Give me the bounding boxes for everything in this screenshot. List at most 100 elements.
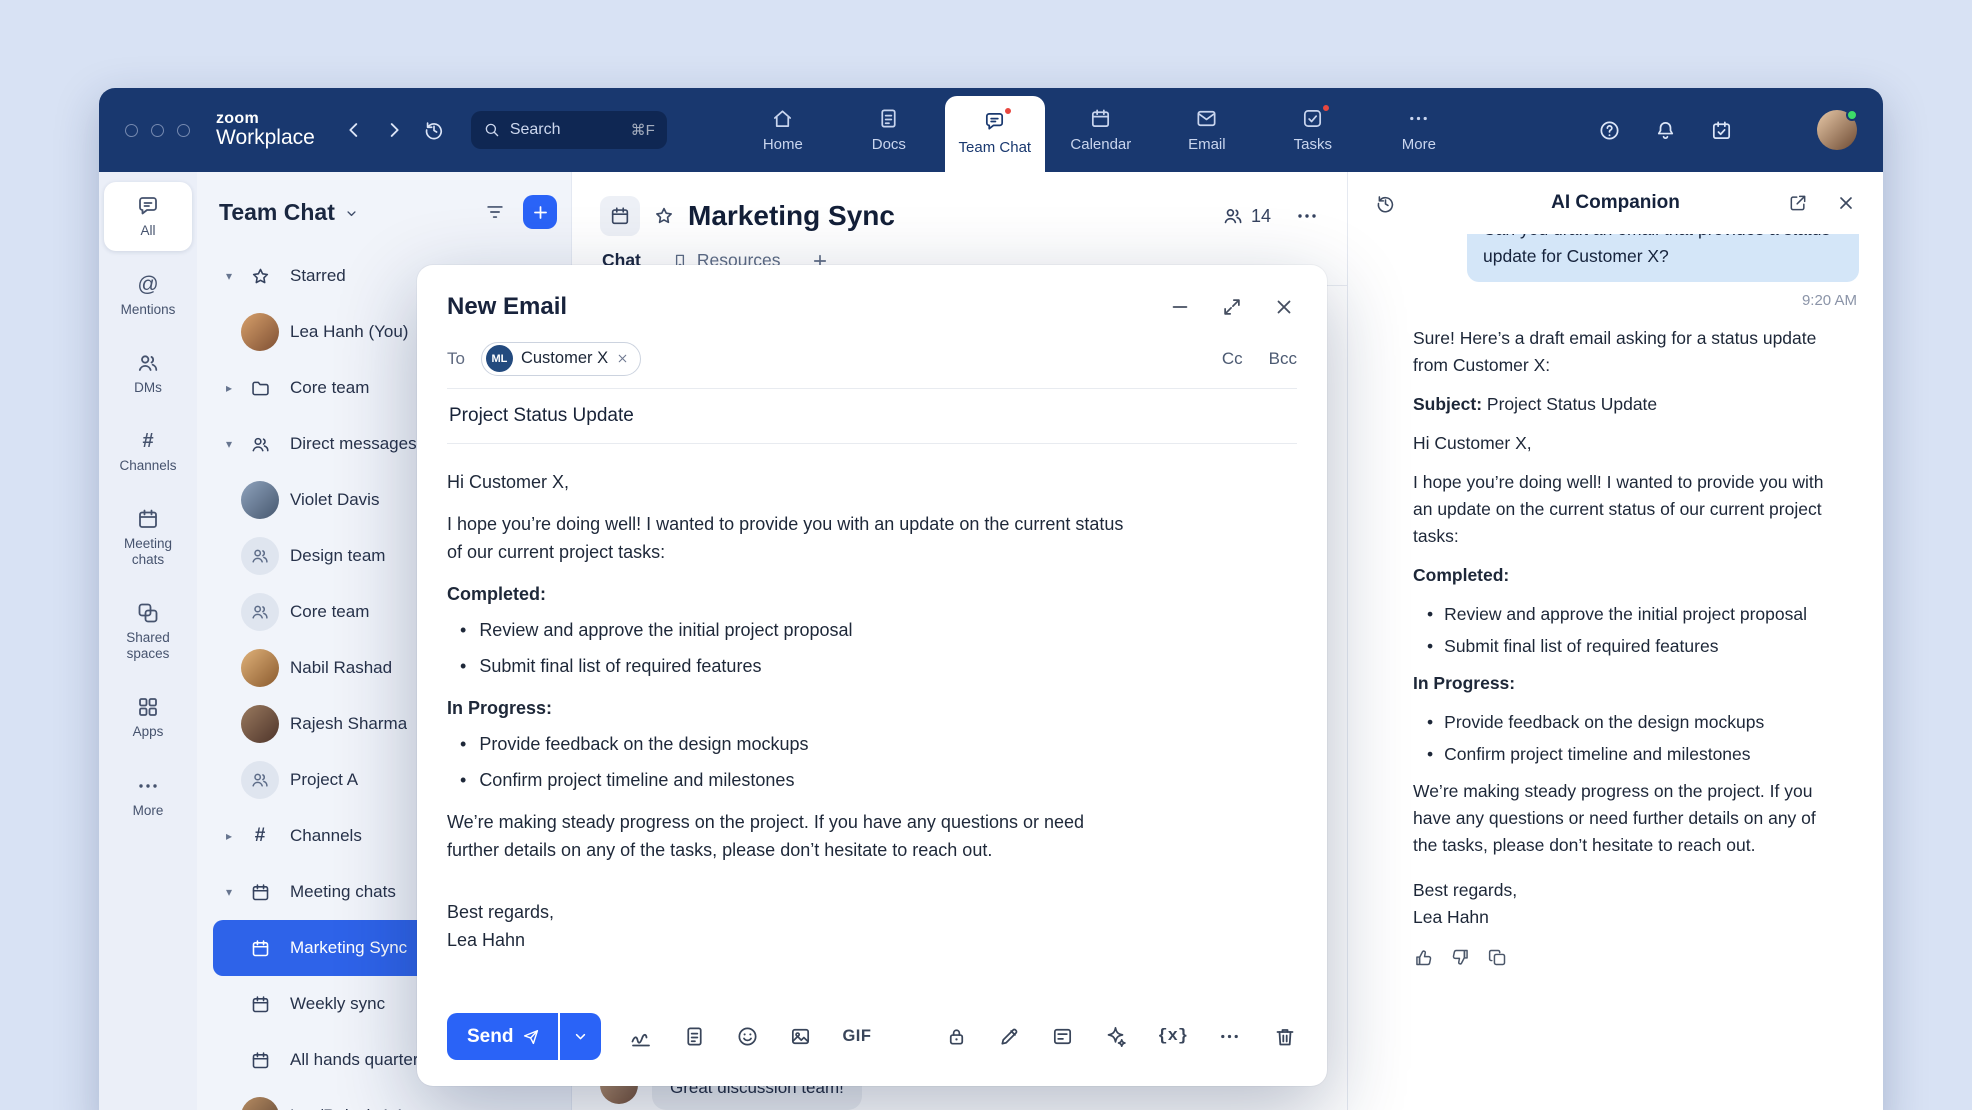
logo-workplace: Workplace bbox=[216, 127, 315, 149]
insert-image-icon[interactable] bbox=[789, 1025, 812, 1048]
nav-tab-email[interactable]: Email bbox=[1157, 107, 1257, 153]
rail-item-channels[interactable]: Channels bbox=[104, 418, 192, 486]
discard-draft-icon[interactable] bbox=[1273, 1025, 1297, 1049]
close-icon[interactable] bbox=[1271, 294, 1297, 320]
back-icon[interactable] bbox=[339, 115, 369, 145]
notifications-bell-icon[interactable] bbox=[1649, 114, 1681, 146]
emoji-icon[interactable] bbox=[736, 1025, 759, 1048]
close-window-button[interactable] bbox=[125, 124, 138, 137]
avatar bbox=[241, 705, 279, 743]
body-paragraph: We’re making steady progress on the proj… bbox=[447, 808, 1137, 864]
remove-recipient-icon[interactable] bbox=[616, 352, 629, 365]
modal-header: New Email bbox=[447, 265, 1297, 321]
chevron-right-icon[interactable] bbox=[219, 829, 239, 843]
ai-heading: In Progress: bbox=[1413, 670, 1837, 697]
minimize-icon[interactable] bbox=[1167, 294, 1193, 320]
pop-out-icon[interactable] bbox=[1783, 188, 1813, 218]
calendar-icon bbox=[241, 873, 279, 911]
nav-tab-more[interactable]: More bbox=[1369, 107, 1469, 153]
search-input[interactable]: Search ⌘F bbox=[471, 111, 667, 149]
body-bullet: Provide feedback on the design mockups bbox=[447, 730, 1137, 758]
calendar-check-icon[interactable] bbox=[1705, 114, 1737, 146]
cc-button[interactable]: Cc bbox=[1222, 349, 1243, 369]
attach-file-icon[interactable] bbox=[683, 1025, 706, 1048]
chevron-down-icon[interactable] bbox=[219, 437, 239, 451]
recent-history-icon[interactable] bbox=[419, 115, 449, 145]
star-icon bbox=[241, 257, 279, 295]
ai-history-icon[interactable] bbox=[1370, 188, 1400, 218]
gif-icon[interactable]: GIF bbox=[842, 1027, 871, 1046]
rail-item-all[interactable]: All bbox=[104, 182, 192, 251]
encryption-lock-icon[interactable] bbox=[945, 1025, 968, 1048]
group-avatar-icon bbox=[241, 593, 279, 631]
variables-icon[interactable]: {x} bbox=[1157, 1027, 1188, 1046]
people-icon bbox=[136, 351, 160, 375]
nav-tab-docs[interactable]: Docs bbox=[839, 107, 939, 153]
rail-item-dms[interactable]: DMs bbox=[104, 339, 192, 408]
body-bullet: Confirm project timeline and milestones bbox=[447, 766, 1137, 794]
subject-field[interactable]: Project Status Update bbox=[447, 389, 1297, 444]
user-prompt-bubble: Can you draft an email that provides a s… bbox=[1467, 234, 1859, 282]
ai-compose-icon[interactable] bbox=[1104, 1025, 1127, 1048]
favorite-star-icon[interactable] bbox=[653, 205, 675, 227]
desktop-background: zoom Workplace Search ⌘F Home bbox=[0, 0, 1972, 1110]
modal-title: New Email bbox=[447, 293, 567, 321]
copy-icon[interactable] bbox=[1487, 947, 1508, 968]
bcc-button[interactable]: Bcc bbox=[1269, 349, 1297, 369]
tasks-badge bbox=[1321, 103, 1331, 113]
ai-conversation: Can you draft an email that provides a s… bbox=[1348, 234, 1883, 1110]
calendar-icon bbox=[1089, 107, 1112, 130]
channel-more-icon[interactable] bbox=[1295, 204, 1319, 228]
rail-item-apps[interactable]: Apps bbox=[104, 683, 192, 752]
send-button[interactable]: Send bbox=[447, 1013, 558, 1060]
left-icon-rail: All Mentions DMs Channels Meeting chats bbox=[99, 172, 197, 1110]
nav-tab-calendar[interactable]: Calendar bbox=[1051, 107, 1151, 153]
thumbs-up-icon[interactable] bbox=[1413, 947, 1434, 968]
email-body-editor[interactable]: Hi Customer X, I hope you’re doing well!… bbox=[447, 444, 1137, 997]
more-options-icon[interactable] bbox=[1218, 1025, 1241, 1048]
new-chat-button[interactable] bbox=[523, 195, 557, 229]
ai-greeting: Hi Customer X, bbox=[1413, 430, 1837, 457]
team-chat-dropdown[interactable]: Team Chat bbox=[219, 199, 359, 226]
sidebar-chat-lea-rajesh[interactable]: Lea/Rajesh 1:1 bbox=[213, 1088, 557, 1110]
chevron-right-icon[interactable] bbox=[219, 381, 239, 395]
new-email-modal: New Email To ML Customer X Cc Bcc Projec… bbox=[417, 265, 1327, 1086]
filter-icon[interactable] bbox=[479, 196, 511, 228]
sidebar-header: Team Chat bbox=[213, 190, 557, 234]
fullscreen-window-button[interactable] bbox=[177, 124, 190, 137]
template-icon[interactable] bbox=[1051, 1025, 1074, 1048]
member-count[interactable]: 14 bbox=[1222, 205, 1271, 227]
more-icon bbox=[1407, 107, 1430, 130]
ai-bullet: Submit final list of required features bbox=[1413, 633, 1837, 660]
rail-item-meeting-chats[interactable]: Meeting chats bbox=[104, 495, 192, 579]
calendar-icon bbox=[241, 1041, 279, 1079]
rail-item-shared-spaces[interactable]: Shared spaces bbox=[104, 589, 192, 673]
home-icon bbox=[771, 107, 794, 130]
folder-icon bbox=[241, 369, 279, 407]
edit-pencil-icon[interactable] bbox=[998, 1025, 1021, 1048]
rail-item-more[interactable]: More bbox=[104, 762, 192, 831]
chat-icon bbox=[136, 194, 160, 218]
minimize-window-button[interactable] bbox=[151, 124, 164, 137]
nav-tab-tasks[interactable]: Tasks bbox=[1263, 107, 1363, 153]
forward-icon[interactable] bbox=[379, 115, 409, 145]
hash-icon bbox=[241, 817, 279, 855]
send-options-dropdown[interactable] bbox=[560, 1013, 601, 1060]
ai-companion-sparkle-icon[interactable] bbox=[1761, 114, 1793, 146]
to-field[interactable]: To ML Customer X Cc Bcc bbox=[447, 341, 1297, 389]
close-icon[interactable] bbox=[1831, 188, 1861, 218]
recipient-chip[interactable]: ML Customer X bbox=[481, 342, 641, 376]
help-icon[interactable] bbox=[1593, 114, 1625, 146]
thumbs-down-icon[interactable] bbox=[1450, 947, 1471, 968]
rail-item-mentions[interactable]: Mentions bbox=[104, 261, 192, 330]
ai-intro: Sure! Here’s a draft email asking for a … bbox=[1413, 325, 1837, 379]
nav-tab-home[interactable]: Home bbox=[733, 107, 833, 153]
chevron-down-icon[interactable] bbox=[219, 269, 239, 283]
signature-icon[interactable] bbox=[629, 1025, 653, 1049]
nav-tab-team-chat[interactable]: Team Chat bbox=[945, 96, 1045, 172]
recipient-avatar: ML bbox=[486, 345, 513, 372]
docs-icon bbox=[877, 107, 900, 130]
expand-icon[interactable] bbox=[1219, 294, 1245, 320]
user-avatar[interactable] bbox=[1817, 110, 1857, 150]
chevron-down-icon[interactable] bbox=[219, 885, 239, 899]
